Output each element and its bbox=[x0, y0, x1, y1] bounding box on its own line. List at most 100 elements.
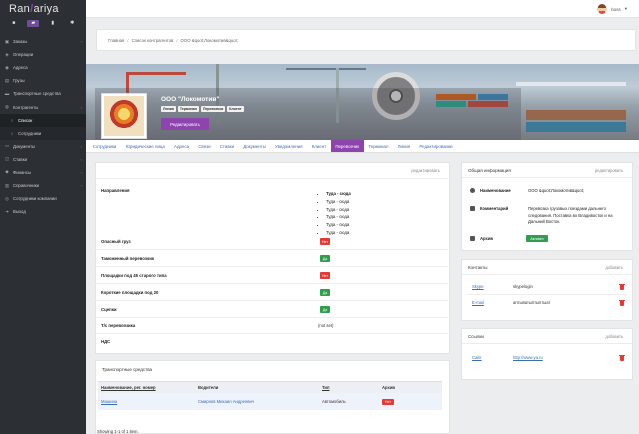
topbar: boss ▾ bbox=[86, 0, 639, 18]
role-badge: Линия bbox=[161, 106, 176, 112]
chevron-down-icon: ‹ bbox=[80, 104, 82, 110]
map-pin-icon: ◉ bbox=[5, 64, 9, 70]
flag-label-short-platforms: Короткие площадки под 20 bbox=[101, 290, 159, 295]
sidebar-item-label: Сотрудники bbox=[18, 130, 42, 136]
sidebar-item-addresses[interactable]: ◉ Адреса bbox=[0, 61, 86, 74]
links-panel: Ссылки добавить bbox=[461, 328, 633, 380]
archive-status-badge: Активен bbox=[526, 235, 548, 242]
breadcrumb-separator: / bbox=[127, 37, 129, 43]
chevron-left-icon: ‹ bbox=[80, 169, 82, 175]
tab-rates[interactable]: Ставки bbox=[215, 140, 238, 152]
app-logo[interactable]: Ran / ariya bbox=[0, 0, 86, 18]
direction-item: Туда - сюда bbox=[326, 213, 351, 221]
sidebar-item-company-staff[interactable]: ◎ Сотрудники компании bbox=[0, 192, 86, 205]
sidebar-item-label: Грузы bbox=[13, 78, 25, 84]
breadcrumb: Главная / Список контрагентов / ООО &quo… bbox=[96, 29, 636, 51]
flag-value-short-platforms: Да bbox=[320, 289, 330, 296]
flag-value-dangerous: Нет bbox=[320, 238, 330, 245]
finance-icon: ◆ bbox=[5, 169, 9, 175]
flag-label-dangerous: Опасный груз bbox=[101, 239, 131, 244]
col-header-archive: Архив bbox=[382, 385, 396, 390]
sidebar-item-label: Финансы bbox=[13, 169, 32, 175]
link-type-site[interactable]: Сайт bbox=[472, 355, 482, 360]
vehicle-type: Автомобиль bbox=[322, 399, 346, 404]
sidebar-item-rates[interactable]: ◫ Ставки ‹ bbox=[0, 153, 86, 166]
links-title: Ссылки bbox=[468, 333, 484, 339]
col-header-name[interactable]: Наименование, рег. номер bbox=[98, 385, 198, 390]
sidebar-item-references[interactable]: ▥ Справочники ‹ bbox=[0, 179, 86, 192]
trash-icon[interactable] bbox=[619, 355, 625, 361]
sidebar-item-employees[interactable]: ○ Сотрудники bbox=[0, 126, 86, 140]
sidebar-item-label: Список bbox=[18, 117, 33, 123]
table-row: Машина Смирнов Михаил Андреевич Автомоби… bbox=[98, 393, 442, 410]
tab-relations[interactable]: Связи bbox=[194, 140, 216, 152]
col-header-type[interactable]: Тип bbox=[322, 385, 382, 390]
table-header: Наименование, рег. номер Водители Тип Ар… bbox=[98, 381, 442, 393]
sidebar-item-logout[interactable]: ➜ Выход bbox=[0, 205, 86, 218]
breadcrumb-home[interactable]: Главная bbox=[108, 38, 124, 43]
direction-item: Туда - сюда bbox=[326, 229, 351, 237]
tab-legal-entities[interactable]: Юридические лица bbox=[121, 140, 169, 152]
contact-value-email: аптыватыптыптыат bbox=[513, 300, 551, 305]
contacts-panel: Контакты добавить bbox=[461, 259, 633, 321]
tab-employees[interactable]: Сотрудники bbox=[88, 140, 121, 152]
sidebar-item-operations[interactable]: ◈ Операции bbox=[0, 48, 86, 61]
trash-icon[interactable] bbox=[619, 284, 625, 290]
sidebar-item-label: Сотрудники компании bbox=[13, 196, 57, 202]
sidebar-item-orders[interactable]: ▣ Заказы ‹ bbox=[0, 35, 86, 48]
gear-icon[interactable]: ✱ bbox=[66, 20, 78, 27]
info-icon bbox=[470, 188, 475, 193]
tab-notifications[interactable]: Уведомления bbox=[270, 140, 307, 152]
tab-line[interactable]: Линия bbox=[393, 140, 415, 152]
tab-editing[interactable]: Редактирование bbox=[415, 140, 458, 152]
cargo-icon: ▤ bbox=[4, 77, 10, 83]
trash-icon[interactable] bbox=[619, 300, 625, 306]
vehicle-name-link[interactable]: Машина bbox=[101, 399, 117, 404]
contacts-title: Контакты bbox=[468, 264, 488, 270]
breadcrumb-list[interactable]: Список контрагентов bbox=[132, 38, 174, 43]
monitor-icon[interactable]: ■ bbox=[8, 20, 20, 27]
name-value: ООО &quot;Локомотив&quot; bbox=[528, 188, 585, 193]
tab-documents[interactable]: Документы bbox=[239, 140, 271, 152]
truck-icon: ▬ bbox=[4, 91, 10, 97]
tab-terminal[interactable]: Терминал bbox=[364, 140, 393, 152]
operations-icon: ◈ bbox=[5, 51, 9, 57]
general-info-edit-link[interactable]: редактировать bbox=[595, 168, 623, 173]
sidebar-item-finance[interactable]: ◆ Финансы ‹ bbox=[0, 166, 86, 179]
nds-label: НДС bbox=[101, 339, 111, 344]
folder-icon[interactable]: ▰ bbox=[27, 19, 40, 27]
contacts-add-link[interactable]: добавить bbox=[605, 265, 623, 270]
link-value-site[interactable]: http://www.ya.ru bbox=[513, 355, 543, 360]
circle-icon: ○ bbox=[10, 117, 14, 123]
tab-carrier[interactable]: Перевозчик bbox=[330, 140, 364, 152]
vehicle-driver-link[interactable]: Смирнов Михаил Андреевич bbox=[198, 399, 322, 404]
contacts-header: Контакты добавить bbox=[462, 260, 632, 275]
sidebar-item-counterparties[interactable]: ◍ Контрагенты ‹ bbox=[0, 100, 86, 113]
direction-item: Туда - сюда bbox=[326, 198, 351, 206]
sidebar-item-label: Ставки bbox=[13, 156, 27, 162]
role-badges: Линия Терминал Перевозчик Клиент bbox=[161, 106, 244, 112]
profile-tabs: Сотрудники Юридические лица Адреса Связи… bbox=[86, 140, 639, 153]
company-logo bbox=[101, 93, 147, 139]
divider bbox=[95, 266, 450, 267]
sidebar-item-vehicles[interactable]: ▬ Транспортные средства bbox=[0, 87, 86, 100]
sidebar-item-documents[interactable]: ▭ Документы ‹ bbox=[0, 140, 86, 153]
edit-profile-button[interactable]: Редактировать bbox=[161, 118, 209, 130]
role-badge: Терминал bbox=[177, 106, 199, 112]
contact-type-skype[interactable]: Skype bbox=[472, 284, 484, 289]
sidebar-item-list[interactable]: ○ Список bbox=[0, 113, 86, 127]
sidebar-item-label: Справочники bbox=[13, 183, 40, 189]
carrier-edit-link[interactable]: редактировать bbox=[411, 168, 440, 173]
tab-client[interactable]: Клиент bbox=[307, 140, 331, 152]
links-add-link[interactable]: добавить bbox=[605, 334, 623, 339]
contact-type-email[interactable]: E-mail bbox=[472, 300, 484, 305]
sidebar-item-label: Контрагенты bbox=[13, 104, 39, 110]
chart-icon[interactable]: ▮ bbox=[47, 20, 59, 27]
flag-label-customs: Таможенный перевозчик bbox=[101, 256, 155, 261]
comment-value: Перевозка грузовых поездами дальнего сле… bbox=[528, 206, 613, 224]
tab-addresses[interactable]: Адреса bbox=[169, 140, 193, 152]
col-header-drivers: Водители bbox=[198, 385, 219, 390]
user-menu[interactable]: boss ▾ bbox=[597, 4, 627, 14]
ts-label: Т/с перевозчика bbox=[101, 323, 136, 328]
sidebar-item-cargo[interactable]: ▤ Грузы bbox=[0, 74, 86, 87]
